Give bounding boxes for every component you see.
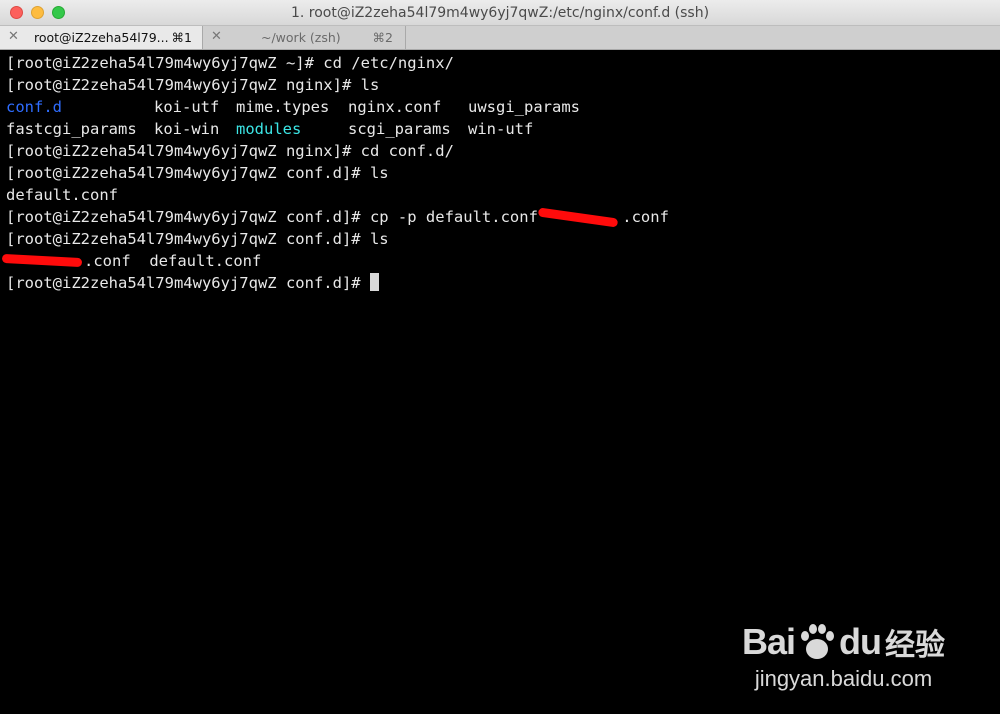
terminal-line: [root@iZ2zeha54l79m4wy6yj7qwZ nginx]# cd…	[6, 142, 454, 160]
watermark-brand-2: du	[839, 621, 882, 662]
terminal-line: [root@iZ2zeha54l79m4wy6yj7qwZ ~]# cd /et…	[6, 54, 454, 72]
ls-entry: koi-win	[154, 120, 220, 138]
tab-label: root@iZ2zeha54l79...	[34, 30, 169, 45]
tab-zsh-work[interactable]: ✕ ~/work (zsh) ⌘2	[203, 26, 406, 49]
watermark-url: jingyan.baidu.com	[754, 666, 933, 691]
ls-entry: win-utf	[468, 120, 534, 138]
terminal-window: 1. root@iZ2zeha54l79m4wy6yj7qwZ:/etc/ngi…	[0, 0, 1000, 714]
tab-shortcut: ⌘2	[372, 30, 393, 45]
ls-entry-link: modules	[236, 120, 302, 138]
ls-entry: mime.types	[236, 98, 330, 116]
terminal-line: default.conf	[6, 186, 118, 204]
window-title: 1. root@iZ2zeha54l79m4wy6yj7qwZ:/etc/ngi…	[290, 5, 710, 21]
ls-entry: uwsgi_params	[468, 98, 580, 116]
prompt-line[interactable]: [root@iZ2zeha54l79m4wy6yj7qwZ conf.d]#	[6, 272, 1000, 294]
terminal-output[interactable]: [root@iZ2zeha54l79m4wy6yj7qwZ ~]# cd /et…	[1, 52, 1000, 714]
cp-command: [root@iZ2zeha54l79m4wy6yj7qwZ conf.d]# c…	[6, 208, 548, 226]
tab-shortcut: ⌘1	[171, 30, 192, 45]
title-bar: 1. root@iZ2zeha54l79m4wy6yj7qwZ:/etc/ngi…	[0, 0, 1000, 26]
prompt: [root@iZ2zeha54l79m4wy6yj7qwZ conf.d]#	[6, 274, 370, 292]
ls-entry-dir: conf.d	[6, 98, 62, 116]
ls-entry: scgi_params	[348, 120, 451, 138]
tab-bar: ✕ root@iZ2zeha54l79... ⌘1 ✕ ~/work (zsh)…	[0, 26, 1000, 50]
paw-logo-icon	[801, 624, 835, 659]
watermark-brand: Bai	[741, 621, 796, 662]
redaction-mark	[1, 253, 83, 268]
ls-entry: nginx.conf	[348, 98, 442, 116]
close-tab-icon[interactable]: ✕	[8, 29, 19, 44]
cp-target-suffix: .conf	[622, 208, 669, 226]
baidu-jingyan-watermark: Bai du 经验 jingyan.baidu.com	[742, 620, 945, 692]
watermark-cn: 经验	[885, 628, 945, 663]
text-cursor	[369, 273, 379, 291]
tab-label: ~/work (zsh)	[261, 30, 341, 45]
ls-entry: fastcgi_params	[6, 120, 137, 138]
tab-ssh-session[interactable]: ✕ root@iZ2zeha54l79... ⌘1	[0, 26, 203, 49]
terminal-line: [root@iZ2zeha54l79m4wy6yj7qwZ nginx]# ls	[6, 76, 380, 94]
ls-entry-redacted: .conf	[84, 252, 131, 270]
redaction-mark	[537, 207, 619, 228]
terminal-line-cp: [root@iZ2zeha54l79m4wy6yj7qwZ conf.d]# c…	[6, 206, 1000, 228]
terminal-line: [root@iZ2zeha54l79m4wy6yj7qwZ conf.d]# l…	[6, 230, 389, 248]
ls-entry: koi-utf	[154, 98, 220, 116]
ls-output-row: .conf default.conf	[1, 250, 1000, 272]
ls-entry: default.conf	[149, 252, 262, 270]
close-tab-icon[interactable]: ✕	[211, 29, 222, 44]
terminal-line: [root@iZ2zeha54l79m4wy6yj7qwZ conf.d]# l…	[6, 164, 389, 182]
ls-output-row: conf.d koi-utf mime.types nginx.conf uws…	[6, 96, 1000, 118]
ls-output-row: fastcgi_params koi-win modules scgi_para…	[6, 118, 1000, 140]
